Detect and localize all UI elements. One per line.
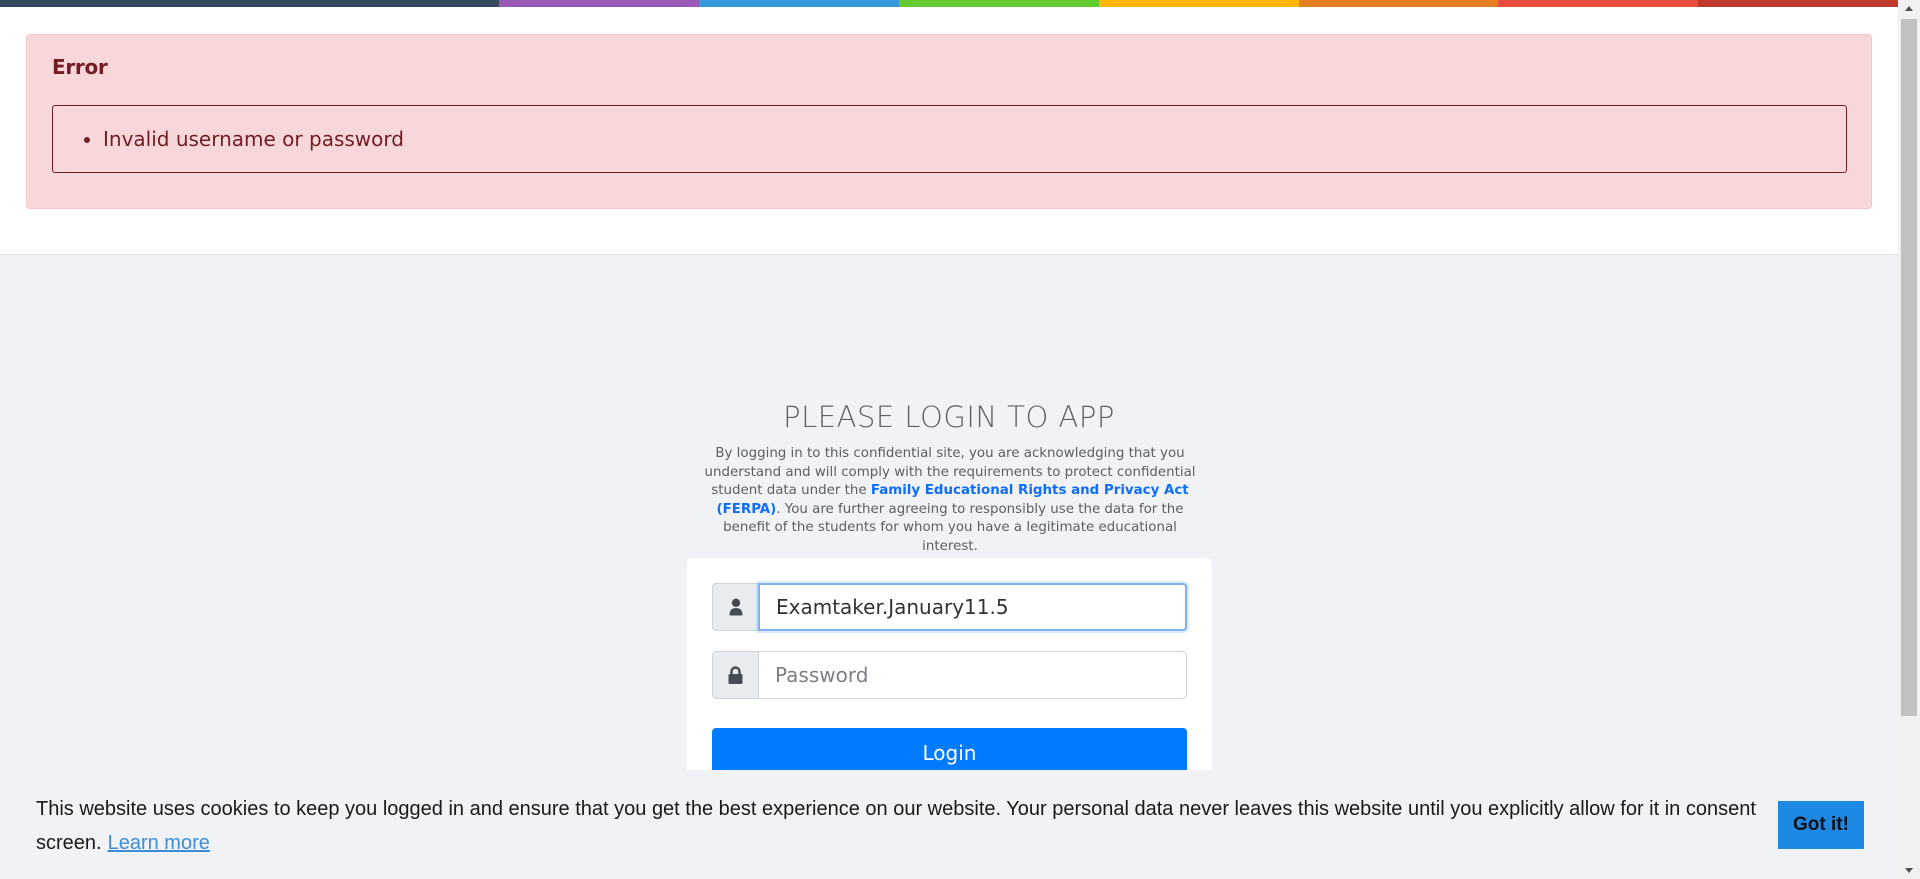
user-icon bbox=[712, 583, 758, 631]
stripe-4 bbox=[899, 0, 1099, 7]
scroll-thumb[interactable] bbox=[1901, 19, 1917, 716]
cookie-text: This website uses cookies to keep you lo… bbox=[36, 798, 1756, 854]
password-group bbox=[712, 651, 1187, 699]
scroll-up-arrow-icon[interactable] bbox=[1898, 0, 1920, 17]
login-title: PLEASE LOGIN TO APP bbox=[783, 400, 1115, 434]
ferpa-notice-text-end: . You are further agreeing to responsibl… bbox=[723, 501, 1184, 554]
stripe-3 bbox=[699, 0, 900, 7]
stripe-2 bbox=[499, 0, 700, 7]
error-list: Invalid username or password bbox=[53, 106, 1846, 172]
scroll-down-arrow-icon[interactable] bbox=[1898, 862, 1920, 879]
page: Error Invalid username or password PLEAS… bbox=[0, 0, 1920, 879]
lock-icon bbox=[712, 651, 758, 699]
stripe-8 bbox=[1698, 0, 1899, 7]
stripe-5 bbox=[1098, 0, 1299, 7]
error-message: Invalid username or password bbox=[103, 106, 1846, 172]
stripe-7 bbox=[1498, 0, 1699, 7]
stripe-6 bbox=[1298, 0, 1499, 7]
username-input[interactable] bbox=[758, 583, 1187, 631]
error-title: Error bbox=[52, 55, 108, 79]
username-group bbox=[712, 583, 1187, 631]
header-band: Error Invalid username or password bbox=[0, 0, 1898, 255]
cookie-banner: This website uses cookies to keep you lo… bbox=[0, 770, 1898, 879]
cookie-message: This website uses cookies to keep you lo… bbox=[36, 792, 1776, 860]
learn-more-link[interactable]: Learn more bbox=[108, 832, 210, 854]
stripe-1 bbox=[0, 0, 500, 7]
error-list-box: Invalid username or password bbox=[52, 105, 1847, 173]
scrollbar[interactable] bbox=[1898, 0, 1920, 879]
password-input[interactable] bbox=[758, 651, 1187, 699]
ferpa-notice: By logging in to this confidential site,… bbox=[699, 445, 1201, 557]
got-it-button[interactable]: Got it! bbox=[1778, 801, 1864, 849]
rainbow-stripe bbox=[0, 0, 1899, 7]
error-alert: Error Invalid username or password bbox=[26, 34, 1872, 209]
